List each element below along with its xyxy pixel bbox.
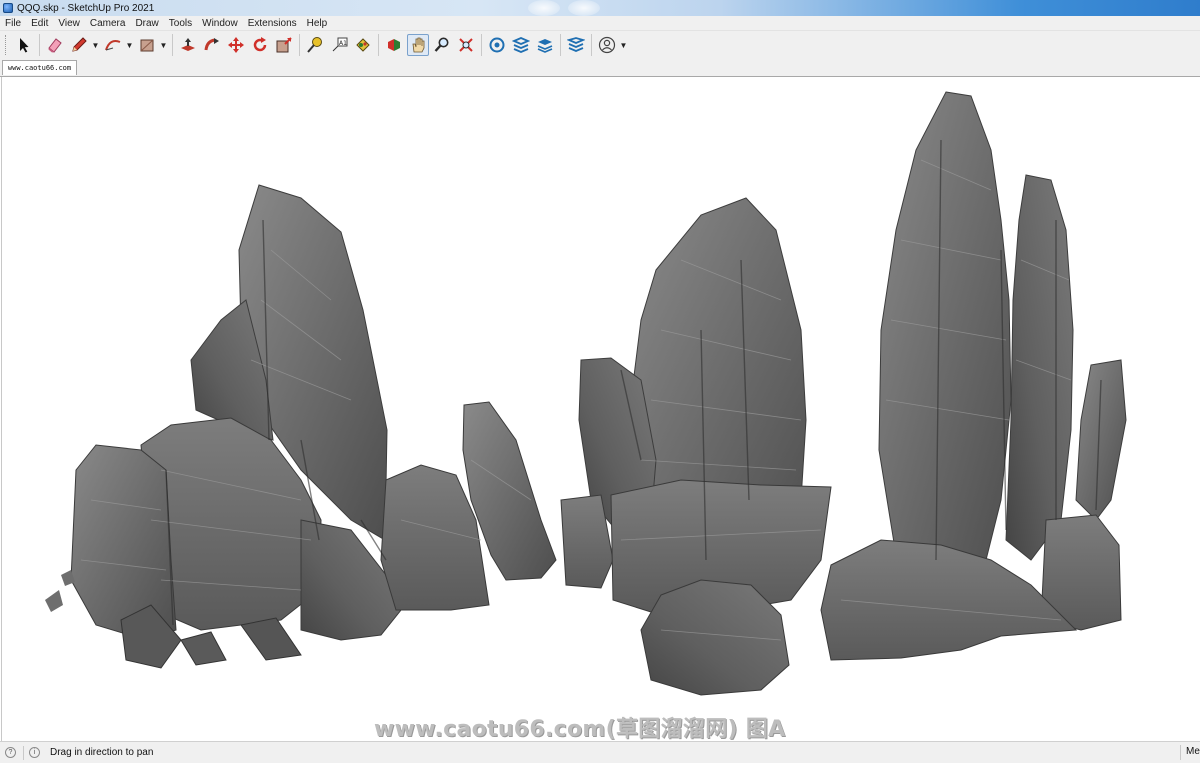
orbit-tool-button[interactable] bbox=[383, 34, 405, 56]
zoom-extents-icon bbox=[459, 38, 473, 52]
toolbar-separator bbox=[378, 34, 379, 56]
text-tool-button[interactable]: A1 bbox=[328, 34, 350, 56]
account-button[interactable] bbox=[596, 34, 618, 56]
select-icon bbox=[20, 38, 29, 53]
large-toolset-toolbar: ▼ ▼ ▼ A1 ▼ bbox=[0, 31, 1200, 59]
arc-tool-dropdown[interactable]: ▼ bbox=[125, 34, 134, 56]
text-icon: A1 bbox=[332, 37, 348, 52]
rotate-tool-button[interactable] bbox=[249, 34, 271, 56]
toolbar-separator bbox=[299, 34, 300, 56]
trimble-connect-button[interactable] bbox=[565, 34, 587, 56]
rectangle-icon bbox=[140, 39, 154, 52]
status-separator bbox=[23, 745, 24, 760]
arc-tool-button[interactable] bbox=[102, 34, 124, 56]
move-tool-button[interactable] bbox=[225, 34, 247, 56]
line-tool-dropdown[interactable]: ▼ bbox=[91, 34, 100, 56]
trimble-connect-icon bbox=[567, 37, 585, 52]
orbit-icon bbox=[388, 39, 400, 51]
eraser-icon bbox=[48, 38, 62, 53]
geo-location-icon[interactable]: ? bbox=[5, 747, 16, 758]
sketchup-app-icon[interactable] bbox=[3, 3, 13, 13]
arc-icon bbox=[105, 40, 121, 51]
follow-me-icon bbox=[204, 38, 219, 51]
rectangle-tool-button[interactable] bbox=[136, 34, 158, 56]
zoom-tool-button[interactable] bbox=[431, 34, 453, 56]
push-pull-icon bbox=[181, 38, 195, 51]
menu-bar: File Edit View Camera Draw Tools Window … bbox=[0, 16, 1200, 31]
rock-model-render bbox=[45, 91, 1127, 696]
rotate-icon bbox=[253, 37, 267, 52]
eraser-tool-button[interactable] bbox=[44, 34, 66, 56]
warehouse-icon bbox=[489, 37, 505, 53]
follow-me-tool-button[interactable] bbox=[201, 34, 223, 56]
account-icon bbox=[598, 36, 616, 54]
svg-text:A1: A1 bbox=[339, 40, 347, 47]
paint-bucket-tool-button[interactable] bbox=[352, 34, 374, 56]
paint-bucket-icon bbox=[356, 38, 370, 52]
move-icon bbox=[228, 37, 244, 53]
pencil-line-icon bbox=[72, 37, 87, 52]
toolbar-separator bbox=[172, 34, 173, 56]
menu-file[interactable]: File bbox=[0, 18, 26, 29]
zoom-extents-tool-button[interactable] bbox=[455, 34, 477, 56]
status-message: Drag in direction to pan bbox=[50, 747, 154, 758]
menu-tools[interactable]: Tools bbox=[164, 18, 197, 29]
status-separator bbox=[1180, 745, 1181, 760]
extension-warehouse-icon bbox=[512, 37, 530, 53]
rock-group-right bbox=[820, 91, 1127, 661]
window-title: QQQ.skp - SketchUp Pro 2021 bbox=[17, 2, 155, 14]
menu-view[interactable]: View bbox=[53, 18, 85, 29]
rock-group-left bbox=[45, 184, 557, 669]
menu-extensions[interactable]: Extensions bbox=[243, 18, 302, 29]
toolbar-separator bbox=[481, 34, 482, 56]
layout-icon bbox=[537, 39, 553, 53]
extension-warehouse-button[interactable] bbox=[510, 34, 532, 56]
rock-group-center bbox=[560, 197, 832, 696]
toolbar-grip[interactable] bbox=[5, 35, 9, 55]
scale-tool-button[interactable] bbox=[273, 34, 295, 56]
scale-icon bbox=[276, 37, 292, 53]
tape-measure-icon bbox=[307, 37, 322, 53]
title-bar-decoration bbox=[528, 0, 560, 16]
instructor-info-icon[interactable]: i bbox=[29, 747, 40, 758]
menu-help[interactable]: Help bbox=[302, 18, 333, 29]
toolbar-separator bbox=[591, 34, 592, 56]
menu-edit[interactable]: Edit bbox=[26, 18, 53, 29]
menu-draw[interactable]: Draw bbox=[130, 18, 163, 29]
pan-tool-button[interactable] bbox=[407, 34, 429, 56]
scene-tab[interactable]: www.caotu66.com bbox=[2, 60, 77, 75]
push-pull-tool-button[interactable] bbox=[177, 34, 199, 56]
toolbar-separator bbox=[560, 34, 561, 56]
menu-camera[interactable]: Camera bbox=[85, 18, 131, 29]
rectangle-tool-dropdown[interactable]: ▼ bbox=[159, 34, 168, 56]
pan-icon bbox=[412, 37, 425, 53]
3d-warehouse-button[interactable] bbox=[486, 34, 508, 56]
send-to-layout-button[interactable] bbox=[534, 34, 556, 56]
line-tool-button[interactable] bbox=[68, 34, 90, 56]
title-bar-decoration bbox=[568, 0, 600, 16]
select-tool-button[interactable] bbox=[13, 34, 35, 56]
watermark-text: www.caotu66.com(草图溜溜网) 图A bbox=[374, 717, 786, 742]
scene-tab-strip: www.caotu66.com bbox=[0, 59, 1200, 77]
status-bar: ? i Drag in direction to pan Me bbox=[0, 741, 1200, 763]
drawing-viewport[interactable] bbox=[1, 77, 1200, 741]
toolbar-separator bbox=[39, 34, 40, 56]
menu-window[interactable]: Window bbox=[197, 18, 243, 29]
title-bar: QQQ.skp - SketchUp Pro 2021 bbox=[0, 0, 1200, 16]
measurements-label: Me bbox=[1186, 746, 1200, 757]
account-dropdown[interactable]: ▼ bbox=[619, 34, 628, 56]
tape-measure-tool-button[interactable] bbox=[304, 34, 326, 56]
zoom-icon bbox=[434, 37, 449, 52]
